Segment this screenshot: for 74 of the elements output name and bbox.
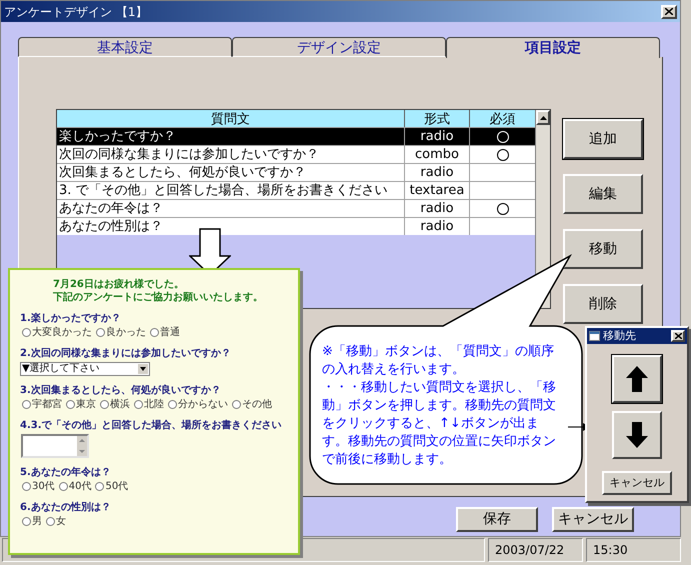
- radio-button[interactable]: [22, 482, 31, 491]
- table-row[interactable]: 次回集まるとしたら、何処が良いですか？ radio: [57, 163, 535, 181]
- option-label: 女: [56, 515, 66, 528]
- tab[interactable]: 基本設定: [18, 37, 232, 57]
- table-row[interactable]: 楽しかったですか？ radio: [57, 127, 535, 145]
- radio-button[interactable]: [22, 328, 31, 337]
- cancel-button[interactable]: キャンセル: [602, 471, 672, 495]
- footer-button[interactable]: 保存: [456, 507, 538, 532]
- question-label: 4.3.で「その他」と回答した場合、場所をお書きください: [20, 419, 283, 432]
- option-label: 50代: [105, 480, 128, 493]
- table-row[interactable]: 次回の同様な集まりには参加したいですか？ combo: [57, 145, 535, 163]
- table-row[interactable]: 3. で「その他」と回答した場合、場所をお書きください textarea: [57, 181, 535, 199]
- select-dropdown[interactable]: ▼選択して下さい: [20, 362, 150, 376]
- scroll-up-icon[interactable]: [540, 116, 546, 120]
- question-label: 1.楽しかったですか？: [20, 312, 122, 325]
- option-label: 横浜: [110, 398, 130, 411]
- table-row[interactable]: あなたの年令は？ radio: [57, 199, 535, 217]
- radio-button[interactable]: [46, 517, 55, 526]
- table-row[interactable]: あなたの性別は？ radio: [57, 217, 535, 235]
- option-label: その他: [242, 398, 272, 411]
- option-label: 分からない: [178, 398, 228, 411]
- footer-button[interactable]: キャンセル: [552, 507, 634, 532]
- action-button[interactable]: 移動: [563, 229, 643, 269]
- option-label: 男: [32, 515, 42, 528]
- radio-button[interactable]: [134, 400, 143, 409]
- radio-button[interactable]: [95, 482, 104, 491]
- option-label: 大変良かった: [32, 326, 92, 339]
- radio-button[interactable]: [58, 482, 68, 491]
- dialog-title: 移動先: [603, 328, 636, 344]
- option-label: 普通: [160, 326, 180, 339]
- table-cell: radio: [405, 218, 470, 235]
- text-area[interactable]: [21, 434, 89, 458]
- radio-button[interactable]: [96, 328, 105, 337]
- radio-button[interactable]: [150, 328, 159, 337]
- column-header[interactable]: 必須: [470, 110, 535, 127]
- callout-text: ※「移動」ボタンは、「質問文」の順序の入れ替えを行います。: [322, 343, 555, 379]
- close-button[interactable]: [671, 330, 685, 342]
- up-arrow-icon: [625, 365, 649, 393]
- move-up-button[interactable]: [612, 355, 662, 403]
- question-label: 5.あなたの年令は？: [20, 466, 112, 479]
- radio-button[interactable]: [66, 400, 75, 409]
- question-label: 2.次回の同様な集まりには参加したいですか？: [20, 347, 232, 360]
- action-button[interactable]: 追加: [563, 119, 643, 159]
- option-label: 40代: [68, 480, 92, 493]
- option-label: 30代: [32, 480, 55, 493]
- question-label: 3.次回集まるとしたら、何処が良いですか？: [20, 384, 222, 397]
- window-icon: [589, 331, 600, 341]
- scroll-down-icon[interactable]: [77, 447, 87, 456]
- close-button[interactable]: [661, 4, 677, 18]
- option-label: 宇都宮: [32, 398, 62, 411]
- radio-button[interactable]: [22, 400, 31, 409]
- option-label: 北陸: [144, 398, 164, 411]
- down-arrow-icon: [625, 421, 649, 449]
- status-cell: 15:30: [586, 538, 681, 562]
- window-title: アンケートデザイン 【1】: [4, 4, 148, 20]
- radio-button[interactable]: [232, 400, 241, 409]
- greeting-text: 下記のアンケートにご協力お願いいたします。: [53, 291, 264, 304]
- option-label: 良かった: [106, 326, 146, 339]
- tab[interactable]: デザイン設定: [232, 37, 446, 57]
- status-cell: 2003/07/22: [488, 538, 583, 562]
- greeting-text: 7月26日はお疲れ様でした。: [53, 278, 185, 291]
- callout-text: ・・・移動したい質問文を選択し、「移動」ボタンを押します。移動先の質問文をクリックすると、↑↓ボタンが出ます。移動先の質問文の位置に矢印ボタンで前後に移動します。: [322, 379, 557, 469]
- radio-button[interactable]: [100, 400, 109, 409]
- move-down-button[interactable]: [612, 411, 662, 459]
- close-icon: [674, 333, 682, 339]
- option-label: 東京: [76, 398, 96, 411]
- radio-button[interactable]: [168, 400, 177, 409]
- question-label: 6.あなたの性別は？: [20, 501, 112, 514]
- radio-button[interactable]: [22, 517, 31, 526]
- action-button[interactable]: 削除: [563, 284, 643, 324]
- caret-icon: [138, 364, 148, 374]
- tab[interactable]: 項目設定: [446, 37, 660, 58]
- close-icon: [665, 8, 673, 15]
- action-button[interactable]: 編集: [563, 174, 643, 214]
